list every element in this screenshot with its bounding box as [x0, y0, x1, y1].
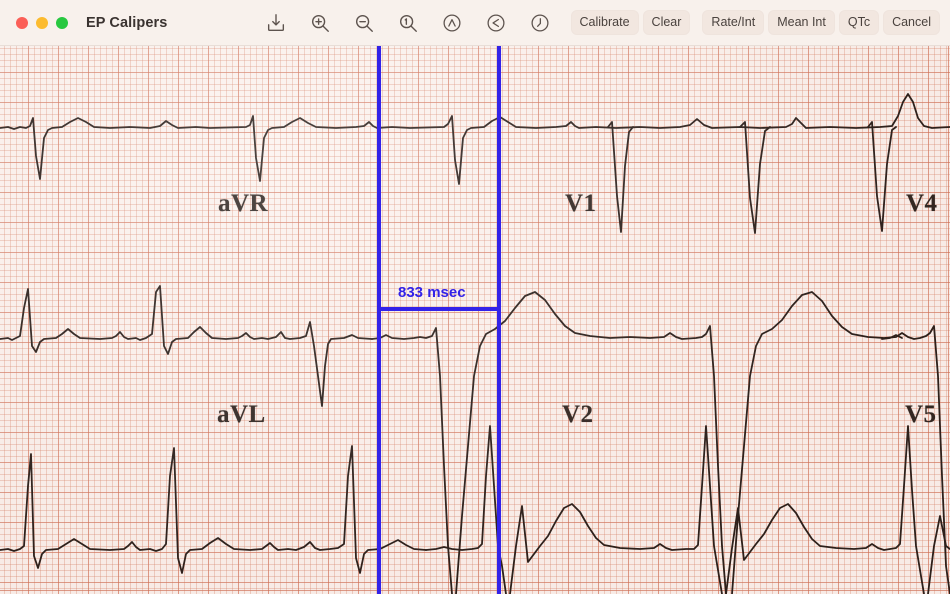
app-title: EP Calipers [86, 14, 168, 31]
zoom-reset-icon[interactable] [397, 12, 419, 34]
caliper-measurement-label: 833 msec [398, 284, 466, 301]
toolbar-buttons: Calibrate Clear Rate/Int Mean Int QTc Ca… [567, 10, 940, 35]
zoom-in-icon[interactable] [309, 12, 331, 34]
ep-calipers-window: EP Calipers Calibrate Clear Rate/Int Mea… [0, 0, 950, 594]
minimize-button[interactable] [36, 16, 48, 29]
zoom-out-icon[interactable] [353, 12, 375, 34]
caliper-left-bar[interactable] [377, 46, 381, 594]
close-button[interactable] [16, 16, 28, 29]
clear-button[interactable]: Clear [642, 10, 691, 35]
caliper-overlay: 833 msec [0, 46, 950, 594]
rate-int-button[interactable]: Rate/Int [702, 10, 765, 35]
mean-int-button[interactable]: Mean Int [768, 10, 835, 35]
qtc-button[interactable]: QTc [838, 10, 880, 35]
time-caliper-icon[interactable] [529, 12, 551, 34]
caliper-crossbar[interactable] [377, 307, 501, 311]
window-controls[interactable] [16, 16, 68, 29]
previous-icon[interactable] [485, 12, 507, 34]
add-caliper-icon[interactable] [441, 12, 463, 34]
toolbar-icons [265, 12, 551, 34]
cancel-button[interactable]: Cancel [883, 10, 940, 35]
import-image-icon[interactable] [265, 12, 287, 34]
title-bar: EP Calipers Calibrate Clear Rate/Int Mea… [0, 0, 950, 46]
caliper-right-bar[interactable] [497, 46, 501, 594]
maximize-button[interactable] [56, 16, 68, 29]
calibrate-button[interactable]: Calibrate [570, 10, 639, 35]
